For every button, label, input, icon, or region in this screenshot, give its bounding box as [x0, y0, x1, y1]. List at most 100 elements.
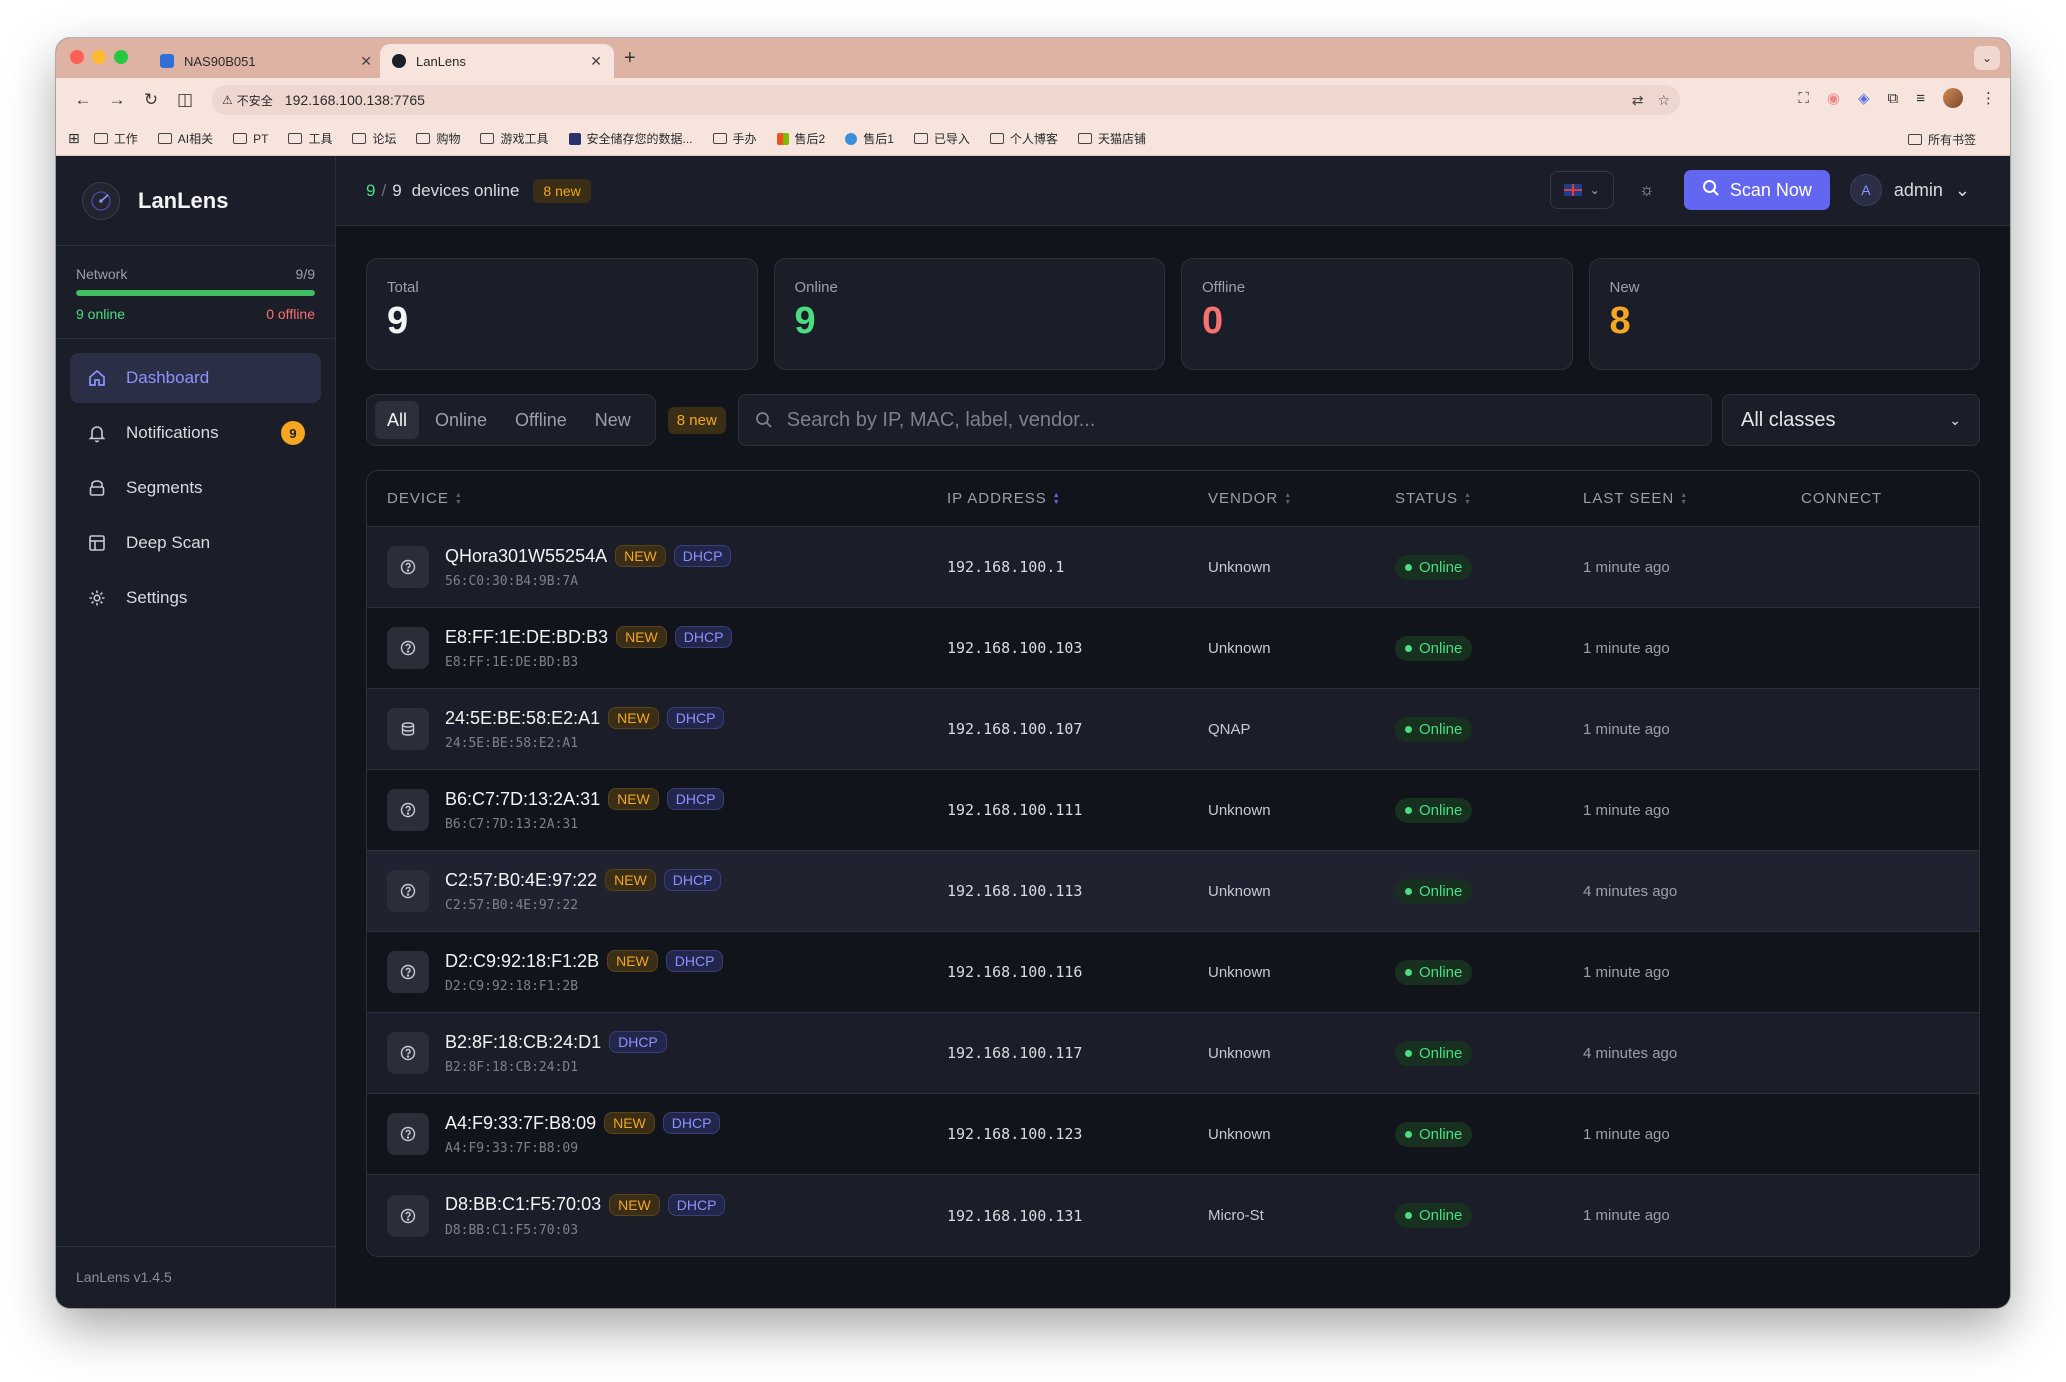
language-select[interactable]: ⌄ [1549, 171, 1614, 209]
new-tab-button[interactable]: + [624, 47, 636, 70]
forward-arrow-icon[interactable]: → [100, 85, 134, 115]
filter-tab-online[interactable]: Online [423, 401, 499, 439]
media-control-icon[interactable]: ≡ [1916, 90, 1925, 107]
vendor-cell: QNAP [1208, 720, 1251, 738]
device-name-row: A4:F9:33:7F:B8:09 NEW DHCP [445, 1112, 721, 1134]
apps-grid-icon[interactable]: ⊞ [68, 130, 80, 147]
bookmark-folder[interactable]: PT [233, 132, 268, 146]
device-name[interactable]: D8:BB:C1:F5:70:03 [445, 1194, 601, 1215]
profile-avatar-icon[interactable] [1943, 88, 1963, 108]
sidebar-item-notifications[interactable]: Notifications 9 [70, 408, 321, 458]
table-row[interactable]: 24:5E:BE:58:E2:A1 NEW DHCP 24:5E:BE:58:E2:A… [367, 689, 1979, 770]
device-name[interactable]: 24:5E:BE:58:E2:A1 [445, 708, 600, 729]
folder-icon [989, 133, 1004, 144]
network-progress-bar [76, 290, 315, 296]
table-row[interactable]: E8:FF:1E:DE:BD:B3 NEW DHCP E8:FF:1E:DE:BD:B… [367, 608, 1979, 689]
device-search[interactable] [737, 394, 1712, 446]
status-text: Online [1419, 1207, 1463, 1224]
ip-address-cell: 192.168.100.116 [947, 963, 1083, 981]
filter-tab-offline[interactable]: Offline [503, 401, 579, 439]
search-input[interactable] [786, 408, 1695, 432]
bookmark-folder[interactable]: 工作 [93, 130, 138, 147]
minimize-window-button[interactable] [92, 50, 106, 64]
bookmark-folder[interactable]: 天猫店铺 [1077, 130, 1146, 147]
bookmark-folder[interactable]: AI相关 [157, 130, 213, 147]
filter-tab-all[interactable]: All [375, 401, 420, 439]
user-menu[interactable]: A admin ⌄ [1849, 174, 1970, 206]
bookmark-folder[interactable]: 游戏工具 [480, 130, 549, 147]
bookmark-folder[interactable]: 手办 [712, 130, 757, 147]
close-tab-icon[interactable]: ✕ [590, 53, 602, 70]
close-tab-icon[interactable]: ✕ [360, 53, 372, 70]
status-cell: Online [1395, 716, 1583, 742]
vendor-cell: Unknown [1208, 1125, 1271, 1143]
address-bar[interactable]: ⚠ 不安全 192.168.100.138:7765 ⇄ ☆ [212, 85, 1680, 115]
browser-menu-icon[interactable]: ⋮ [1981, 89, 1996, 107]
sidebar-item-deep-scan[interactable]: Deep Scan [70, 518, 321, 568]
new-filter-badge[interactable]: 8 new [667, 406, 726, 434]
maximize-window-button[interactable] [114, 50, 128, 64]
extension-blue-icon[interactable]: ◈ [1858, 89, 1870, 107]
offline-count-text: 0 offline [266, 306, 315, 322]
column-header-last-seen[interactable]: LAST SEEN ▲ ▼ [1583, 490, 1801, 507]
bookmark-link[interactable]: 售后1 [845, 130, 894, 147]
tab-search-chevron-icon[interactable]: ⌄ [1974, 46, 2000, 70]
table-row[interactable]: D8:BB:C1:F5:70:03 NEW DHCP D8:BB:C1:F5:70:0… [367, 1175, 1979, 1256]
browser-tab-nas[interactable]: NAS90B051 ✕ [148, 44, 384, 78]
status-text: Online [1419, 801, 1463, 819]
reload-icon[interactable]: ↻ [134, 85, 168, 115]
table-row[interactable]: B2:8F:18:CB:24:D1 DHCP B2:8F:18:CB:24:D1 19… [367, 1013, 1979, 1094]
devices-table: DEVICE ▲ ▼ IP ADDRESS ▲ ▼ VENDOR ▲ ▼ STATUS ▲ ▼ … [366, 470, 1980, 1257]
table-header: DEVICE ▲ ▼ IP ADDRESS ▲ ▼ VENDOR ▲ ▼ STATUS ▲ ▼ … [367, 471, 1979, 527]
table-row[interactable]: QHora301W55254A NEW DHCP 56:C0:30:B4:9B:7A 1… [367, 527, 1979, 608]
column-header-ip[interactable]: IP ADDRESS ▲ ▼ [947, 490, 1208, 507]
sidebar-item-settings[interactable]: Settings [70, 573, 321, 623]
device-name[interactable]: C2:57:B0:4E:97:22 [445, 870, 597, 891]
sidebar-item-segments[interactable]: Segments [70, 463, 321, 513]
extension-cat-icon[interactable]: ◉ [1827, 89, 1840, 107]
translate-icon[interactable]: ⇄ [1632, 92, 1644, 109]
device-class-select[interactable]: All classes ⌄ [1722, 394, 1980, 446]
bookmark-folder[interactable]: 购物 [416, 130, 460, 147]
browser-tab-lanlens[interactable]: LanLens ✕ [380, 44, 614, 78]
table-row[interactable]: C2:57:B0:4E:97:22 NEW DHCP C2:57:B0:4E:97:2… [367, 851, 1979, 932]
all-bookmarks-folder[interactable]: 所有书签 [1907, 131, 1976, 148]
extensions-puzzle-icon[interactable]: ⧉ [1888, 90, 1899, 107]
filter-tab-new[interactable]: New [583, 401, 643, 439]
device-name[interactable]: B6:C7:7D:13:2A:31 [445, 789, 600, 810]
column-header-vendor[interactable]: VENDOR ▲ ▼ [1208, 490, 1395, 507]
bookmark-folder[interactable]: 工具 [288, 130, 332, 147]
bookmark-link[interactable]: 安全储存您的数据... [568, 130, 693, 147]
device-name[interactable]: E8:FF:1E:DE:BD:B3 [445, 627, 608, 648]
device-name[interactable]: B2:8F:18:CB:24:D1 [445, 1032, 601, 1053]
back-arrow-icon[interactable]: ← [66, 85, 100, 115]
table-row[interactable]: A4:F9:33:7F:B8:09 NEW DHCP A4:F9:33:7F:B8:0… [367, 1094, 1979, 1175]
sidebar-item-dashboard[interactable]: Dashboard [70, 353, 321, 403]
device-name[interactable]: QHora301W55254A [445, 546, 607, 567]
insecure-indicator[interactable]: ⚠ 不安全 [222, 92, 273, 109]
screenshot-extension-icon[interactable]: ⛶ [1798, 90, 1809, 107]
bookmark-folder[interactable]: 论坛 [352, 130, 396, 147]
online-count-text: 9 online [76, 306, 126, 322]
stat-card-total: Total 9 [366, 258, 758, 370]
device-name[interactable]: A4:F9:33:7F:B8:09 [445, 1113, 596, 1134]
split-view-icon[interactable]: ◫ [168, 85, 202, 115]
close-window-button[interactable] [70, 50, 84, 64]
column-header-device[interactable]: DEVICE ▲ ▼ [367, 490, 947, 507]
bookmark-star-icon[interactable]: ☆ [1657, 92, 1670, 109]
new-badge: NEW [616, 626, 667, 648]
theme-toggle-sun-icon[interactable]: ☼ [1632, 175, 1662, 205]
scan-now-button[interactable]: Scan Now [1683, 170, 1830, 210]
bookmark-folder[interactable]: 个人博客 [989, 130, 1058, 147]
class-select-value: All classes [1741, 408, 1836, 431]
table-row[interactable]: D2:C9:92:18:F1:2B NEW DHCP D2:C9:92:18:F1:2… [367, 932, 1979, 1013]
question-icon [387, 789, 429, 831]
table-row[interactable]: B6:C7:7D:13:2A:31 NEW DHCP B6:C7:7D:13:2A:3… [367, 770, 1979, 851]
bookmark-link[interactable]: 售后2 [776, 130, 825, 147]
last-seen-cell: 1 minute ago [1583, 963, 1670, 981]
bookmark-folder[interactable]: 已导入 [913, 130, 970, 147]
bookmark-label: 售后1 [863, 132, 894, 146]
column-header-status[interactable]: STATUS ▲ ▼ [1395, 490, 1583, 507]
device-name[interactable]: D2:C9:92:18:F1:2B [445, 951, 599, 972]
folder-icon [288, 133, 303, 144]
